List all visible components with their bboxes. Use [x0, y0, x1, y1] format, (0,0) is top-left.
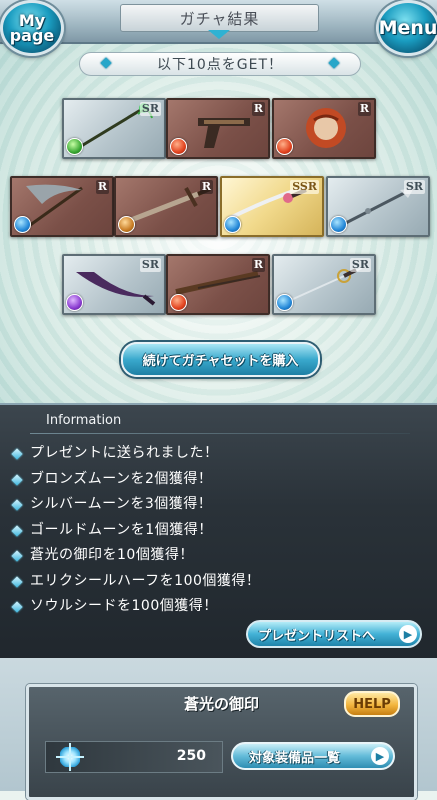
- water-element-icon: [224, 216, 241, 233]
- list-item-text: ブロンズムーンを2個獲得！: [30, 470, 213, 487]
- weapon-card[interactable]: R: [10, 176, 114, 237]
- weapon-card[interactable]: SSR: [220, 176, 324, 237]
- arrow-right-icon: ▶: [371, 747, 389, 765]
- information-list: プレゼントに送られました！ ブロンズムーンを2個獲得！ シルバームーンを3個獲得…: [10, 441, 430, 620]
- weapon-card[interactable]: R: [272, 98, 376, 159]
- divider: [30, 433, 410, 434]
- list-item: 蒼光の御印を10個獲得！: [10, 543, 430, 569]
- list-item-text: プレゼントに送られました！: [30, 445, 219, 461]
- weapon-card[interactable]: R: [166, 254, 270, 315]
- dark-element-icon: [66, 294, 83, 311]
- weapon-card[interactable]: SR: [62, 254, 166, 315]
- equipment-list-button[interactable]: 対象装備品一覧 ▶: [231, 742, 395, 770]
- information-panel: Information プレゼントに送られました！ ブロンズムーンを2個獲得！ …: [0, 403, 437, 660]
- equipment-list-label: 対象装備品一覧: [249, 750, 341, 766]
- weapon-card[interactable]: SR: [272, 254, 376, 315]
- seal-count: 250: [176, 748, 206, 764]
- gacha-result-stage: ガチャ結果 My page Menu 以下10点をGET！ SR R R R R SSR S…: [0, 0, 437, 403]
- fire-element-icon: [170, 138, 187, 155]
- diamond-icon: [11, 550, 23, 562]
- wind-element-icon: [66, 138, 83, 155]
- weapon-card[interactable]: R: [114, 176, 218, 237]
- weapon-card[interactable]: SR: [62, 98, 166, 159]
- present-list-label: プレゼントリストへ: [258, 628, 376, 644]
- list-item: ゴールドムーンを1個獲得！: [10, 518, 430, 544]
- seal-panel: 蒼光の御印 HELP 250 対象装備品一覧 ▶: [26, 684, 417, 800]
- mypage-button[interactable]: My page: [0, 0, 64, 56]
- rarity-badge: SSR: [290, 180, 319, 194]
- seal-count-row: 250: [45, 741, 223, 773]
- fire-element-icon: [170, 294, 187, 311]
- water-element-icon: [14, 216, 31, 233]
- water-element-icon: [276, 294, 293, 311]
- menu-button[interactable]: Menu: [376, 0, 437, 56]
- rarity-badge: SR: [403, 180, 425, 194]
- present-list-button[interactable]: プレゼントリストへ ▶: [246, 620, 422, 648]
- page-title: ガチャ結果: [120, 4, 319, 32]
- rarity-badge: R: [251, 102, 265, 116]
- title-chevron-icon: [208, 30, 230, 39]
- fire-element-icon: [276, 138, 293, 155]
- rarity-badge: SR: [139, 258, 161, 272]
- rarity-badge: R: [357, 102, 371, 116]
- diamond-icon: [11, 524, 23, 537]
- diamond-icon: [328, 57, 340, 69]
- rarity-badge: R: [251, 258, 265, 272]
- rarity-badge: R: [199, 180, 213, 194]
- list-item-text: 蒼光の御印を10個獲得！: [30, 547, 194, 563]
- list-item-text: ゴールドムーンを1個獲得！: [30, 521, 213, 538]
- list-item-text: ソウルシードを100個獲得！: [30, 598, 218, 614]
- diamond-icon: [11, 575, 23, 588]
- information-heading: Information: [46, 413, 122, 428]
- diamond-icon: [11, 601, 23, 613]
- result-banner-text: 以下10点をGET！: [156, 57, 284, 73]
- list-item: エリクシールハーフを100個獲得！: [10, 569, 430, 595]
- help-button[interactable]: HELP: [344, 691, 400, 717]
- list-item: ソウルシードを100個獲得！: [10, 594, 430, 620]
- water-element-icon: [330, 216, 347, 233]
- list-item-text: エリクシールハーフを100個獲得！: [30, 572, 261, 589]
- list-item-text: シルバームーンを3個獲得！: [30, 496, 213, 512]
- diamond-icon: [11, 499, 23, 511]
- list-item: ブロンズムーンを2個獲得！: [10, 467, 430, 493]
- rarity-badge: SR: [139, 102, 161, 116]
- diamond-icon: [11, 448, 23, 460]
- diamond-icon: [11, 473, 23, 486]
- weapon-card[interactable]: R: [166, 98, 270, 159]
- list-item: プレゼントに送られました！: [10, 441, 430, 467]
- rarity-badge: R: [95, 180, 109, 194]
- list-item: シルバームーンを3個獲得！: [10, 492, 430, 518]
- arrow-right-icon: ▶: [399, 625, 417, 643]
- result-banner: 以下10点をGET！: [79, 52, 361, 76]
- seal-section: 蒼光の御印 HELP 250 対象装備品一覧 ▶: [0, 658, 437, 800]
- weapon-card[interactable]: SR: [326, 176, 430, 237]
- earth-element-icon: [118, 216, 135, 233]
- rarity-badge: SR: [349, 258, 371, 272]
- buy-again-button[interactable]: 続けてガチャセットを購入: [121, 342, 320, 377]
- seal-icon: [60, 743, 80, 771]
- diamond-icon: [100, 57, 112, 69]
